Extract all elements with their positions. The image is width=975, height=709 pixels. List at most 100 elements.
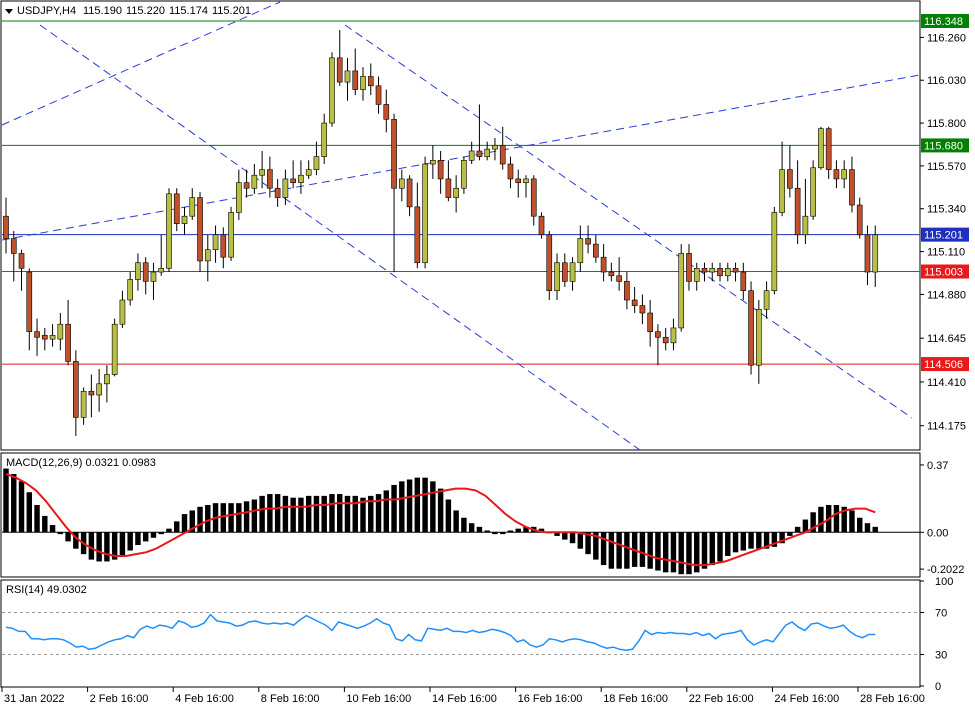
candle-body bbox=[352, 70, 359, 90]
candle-body bbox=[360, 76, 366, 90]
price-panel-frame bbox=[0, 0, 921, 451]
macd-histogram-bar bbox=[96, 532, 102, 562]
price-tick-label: 116.260 bbox=[927, 32, 966, 44]
candle-body bbox=[538, 215, 545, 236]
price-level-tag-label: 115.680 bbox=[924, 140, 963, 152]
macd-histogram-bar bbox=[686, 532, 692, 575]
macd-histogram-bar bbox=[422, 477, 428, 533]
candle-body bbox=[375, 85, 382, 105]
macd-histogram-bar bbox=[181, 514, 188, 533]
macd-histogram-bar bbox=[484, 530, 490, 533]
rsi-title: RSI(14) 49.0302 bbox=[6, 584, 87, 596]
candle-body bbox=[3, 215, 9, 239]
candle-body bbox=[414, 206, 421, 264]
candle-body bbox=[461, 160, 467, 189]
time-tick-label: 22 Feb 16:00 bbox=[689, 693, 754, 705]
level-tags: 116.348 115.680 115.201 115.003 114.506 bbox=[921, 13, 969, 372]
macd-histogram-bar bbox=[833, 504, 840, 533]
macd-histogram-bar bbox=[849, 510, 855, 533]
candle-body bbox=[655, 331, 661, 338]
candle-body bbox=[65, 323, 71, 362]
macd-tick-label: -0.2022 bbox=[927, 564, 964, 576]
chart-header-high: 115.220 bbox=[126, 5, 165, 17]
candle-body bbox=[321, 122, 328, 157]
candle-body bbox=[499, 145, 506, 165]
macd-histogram-bar bbox=[678, 532, 684, 575]
macd-histogram-bar bbox=[468, 523, 475, 533]
macd-histogram-bar bbox=[717, 532, 723, 562]
macd-histogram-bar bbox=[662, 532, 669, 573]
candle-body bbox=[802, 215, 809, 236]
price-tick-label: 114.175 bbox=[927, 421, 966, 433]
candle-body bbox=[26, 271, 33, 332]
macd-histogram-bar bbox=[725, 532, 731, 556]
candle-body bbox=[468, 150, 475, 161]
candle-body bbox=[825, 128, 832, 170]
candle-body bbox=[810, 167, 816, 217]
price-tick-label: 115.110 bbox=[927, 247, 965, 259]
candle-body bbox=[290, 178, 296, 183]
candle-body bbox=[686, 253, 692, 282]
candle-body bbox=[259, 169, 265, 176]
macd-histogram-bar bbox=[616, 532, 622, 569]
candle-body bbox=[197, 197, 203, 262]
macd-title: MACD(12,26,9) 0.0321 0.0983 bbox=[6, 457, 156, 469]
macd-histogram-bar bbox=[243, 501, 250, 533]
time-axis: 31 Jan 2022 2 Feb 16:00 4 Feb 16:00 8 Feb 1… bbox=[1, 687, 925, 705]
macd-histogram-bar bbox=[748, 532, 754, 549]
candle-body bbox=[616, 275, 622, 282]
macd-histogram-bar bbox=[608, 532, 615, 569]
candle-body bbox=[336, 57, 343, 83]
candle-body bbox=[80, 390, 87, 418]
macd-histogram-bar bbox=[872, 526, 878, 533]
candle-body bbox=[717, 268, 723, 277]
candle-body bbox=[709, 268, 716, 273]
macd-histogram-bar bbox=[740, 532, 747, 551]
candle-body bbox=[135, 262, 141, 280]
candle-body bbox=[212, 234, 219, 251]
trading-chart[interactable]: 116.260 116.030 115.800 115.570 115.340 115.1… bbox=[0, 0, 975, 709]
price-tick-label: 116.030 bbox=[927, 75, 966, 87]
macd-histogram-bar bbox=[135, 532, 141, 546]
candle-body bbox=[647, 312, 653, 332]
candle-body bbox=[515, 178, 522, 183]
candle-body bbox=[398, 178, 405, 189]
macd-histogram-bar bbox=[267, 494, 273, 533]
candle-body bbox=[639, 305, 646, 314]
candle-body bbox=[173, 193, 180, 224]
candle-body bbox=[406, 178, 413, 208]
candle-body bbox=[383, 104, 390, 120]
candle-body bbox=[507, 163, 514, 180]
candle-body bbox=[771, 212, 778, 291]
macd-histogram-bar bbox=[624, 532, 630, 569]
macd-histogram-bar bbox=[562, 532, 568, 540]
candle-body bbox=[150, 271, 157, 282]
candle-body bbox=[732, 268, 739, 273]
time-tick-label: 2 Feb 16:00 bbox=[90, 693, 149, 705]
candle-body bbox=[631, 299, 638, 306]
candle-body bbox=[251, 174, 258, 189]
candle-body bbox=[856, 204, 863, 236]
macd-histogram-bar bbox=[383, 490, 390, 533]
rsi-tick-label: 70 bbox=[935, 608, 947, 620]
macd-histogram-bar bbox=[430, 481, 436, 533]
candle-body bbox=[453, 187, 459, 198]
candle-body bbox=[282, 178, 289, 198]
macd-histogram-bar bbox=[655, 532, 661, 571]
chart-header-low: 115.174 bbox=[169, 5, 208, 17]
candle-body bbox=[329, 57, 335, 124]
price-level-tag-label: 115.003 bbox=[924, 267, 963, 279]
macd-histogram-bar bbox=[391, 484, 397, 533]
candle-body bbox=[841, 169, 848, 180]
candle-body bbox=[34, 331, 40, 338]
macd-histogram-bar bbox=[515, 528, 521, 533]
candle-body bbox=[305, 169, 312, 176]
macd-histogram-bar bbox=[220, 503, 227, 533]
macd-histogram-bar bbox=[236, 503, 242, 533]
macd-histogram-bar bbox=[119, 532, 126, 556]
candle-body bbox=[849, 169, 855, 206]
macd-axis: 0.37 0.00 -0.2022 bbox=[920, 460, 964, 576]
candle-body bbox=[484, 148, 491, 157]
candle-body bbox=[220, 234, 227, 258]
candle-body bbox=[787, 169, 793, 189]
